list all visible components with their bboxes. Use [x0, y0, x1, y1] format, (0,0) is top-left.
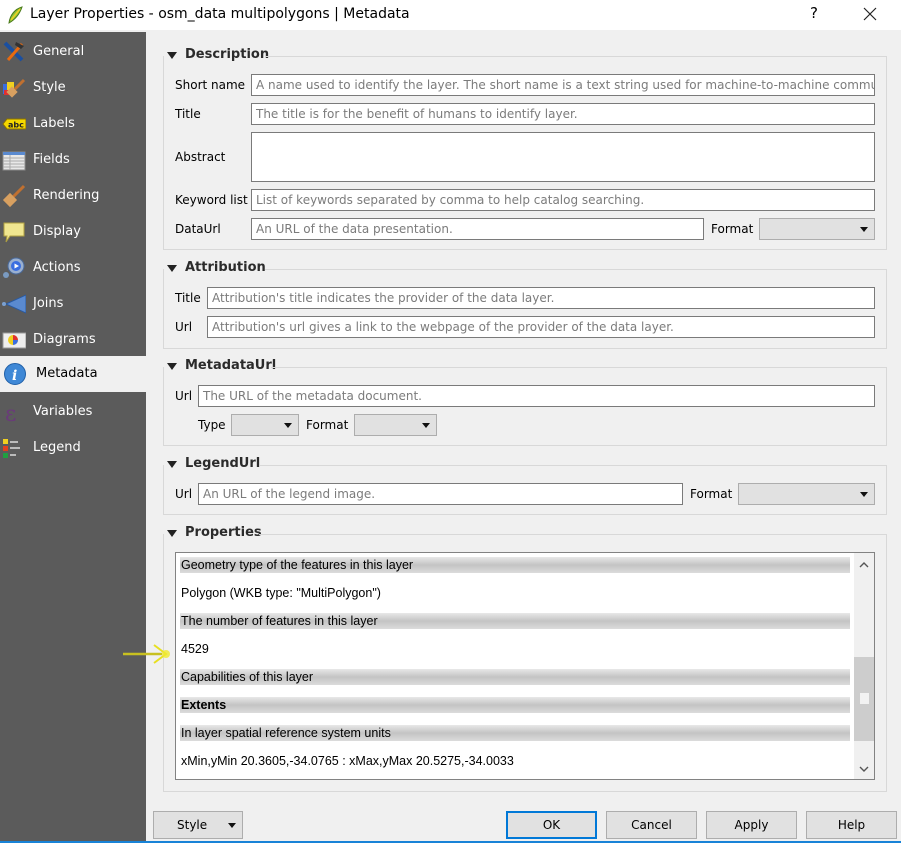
metadataurl-type-select[interactable] [231, 414, 299, 436]
chevron-down-icon [228, 823, 236, 828]
property-row: Geometry type of the features in this la… [180, 557, 850, 573]
svg-text:ε: ε [5, 402, 16, 424]
abstract-textarea[interactable] [251, 132, 875, 182]
diagrams-pie-icon [2, 332, 26, 349]
attribution-url-label: Url [175, 320, 193, 334]
metadataurl-format-select[interactable] [354, 414, 437, 436]
help-button-bottom[interactable]: Help [806, 811, 897, 839]
keyword-list-label: Keyword list [175, 193, 248, 207]
legendurl-format-select[interactable] [738, 483, 875, 505]
property-row: xMin,yMin 20.3605,-34.0765 : xMax,yMax 2… [181, 754, 514, 768]
rendering-brush-icon [2, 184, 26, 208]
sidebar-item-label: Actions [33, 260, 81, 275]
sidebar-item-rendering[interactable]: Rendering [0, 178, 146, 214]
dataurl-format-label: Format [711, 222, 754, 236]
legendurl-url-input[interactable]: An URL of the legend image. [198, 483, 683, 505]
title-bar: Layer Properties - osm_data multipolygon… [0, 0, 901, 30]
metadataurl-url-label: Url [175, 389, 193, 403]
actions-gear-icon [3, 257, 25, 278]
sidebar-item-label: Style [33, 80, 66, 95]
attribution-title-input[interactable]: Attribution's title indicates the provid… [207, 287, 875, 309]
metadataurl-url-input[interactable]: The URL of the metadata document. [198, 385, 875, 407]
metadataurl-format-label: Format [306, 418, 349, 432]
sidebar-item-label: Labels [33, 116, 75, 131]
keyword-list-input[interactable]: List of keywords separated by comma to h… [251, 189, 875, 211]
qgis-icon [8, 6, 23, 24]
scroll-up-icon[interactable] [858, 559, 870, 571]
annotation-arrow-icon [123, 644, 170, 664]
sidebar-item-joins[interactable]: Joins [0, 286, 146, 322]
title-label: Title [175, 107, 201, 121]
sidebar-item-label: Joins [33, 296, 64, 311]
svg-text:i: i [12, 368, 17, 384]
sidebar-item-label: Diagrams [33, 332, 96, 347]
property-row: Capabilities of this layer [180, 669, 850, 685]
attribution-url-input[interactable]: Attribution's url gives a link to the we… [207, 316, 875, 338]
legendurl-url-label: Url [175, 487, 193, 501]
fields-table-icon [2, 151, 26, 171]
properties-scrollbar[interactable] [854, 553, 874, 779]
sidebar-item-actions[interactable]: Actions [0, 250, 146, 286]
property-row: The number of features in this layer [180, 613, 850, 629]
abstract-label: Abstract [175, 150, 226, 164]
style-brush-icon [3, 78, 26, 98]
sidebar-item-label: Legend [33, 440, 81, 455]
short-name-input[interactable]: A name used to identify the layer. The s… [251, 74, 875, 96]
property-row: Extents [180, 697, 850, 713]
sidebar-item-general[interactable]: General [0, 34, 146, 70]
sidebar-item-fields[interactable]: Fields [0, 142, 146, 178]
chevron-down-icon [860, 227, 868, 232]
sidebar-item-label: Variables [33, 404, 93, 419]
short-name-label: Short name [175, 78, 246, 92]
scroll-down-icon[interactable] [858, 763, 870, 775]
chevron-down-icon [860, 492, 868, 497]
sidebar-item-label: General [33, 44, 85, 59]
general-tools-icon [3, 41, 24, 62]
sidebar-item-label: Display [33, 224, 81, 239]
dataurl-format-select[interactable] [759, 218, 875, 240]
sidebar-item-display[interactable]: Display [0, 214, 146, 250]
ok-button[interactable]: OK [506, 811, 597, 839]
sidebar-item-variables[interactable]: ε Variables [0, 394, 146, 430]
chevron-down-icon [422, 423, 430, 428]
properties-viewer[interactable]: Geometry type of the features in this la… [175, 552, 875, 780]
title-input[interactable]: The title is for the benefit of humans t… [251, 103, 875, 125]
close-icon[interactable] [858, 2, 882, 26]
labels-abc-icon: abc [2, 118, 26, 130]
svg-text:abc: abc [8, 121, 24, 130]
scrollbar-thumb[interactable] [854, 657, 874, 741]
window-title: Layer Properties - osm_data multipolygon… [30, 6, 410, 22]
property-row: Polygon (WKB type: "MultiPolygon") [181, 586, 381, 600]
dataurl-label: DataUrl [175, 222, 221, 236]
sidebar-item-label: Rendering [33, 188, 100, 203]
sidebar-item-labels[interactable]: abc Labels [0, 106, 146, 142]
legend-icon [3, 439, 20, 458]
chevron-down-icon [284, 423, 292, 428]
sidebar-item-legend[interactable]: Legend [0, 430, 146, 466]
sidebar: General Style abc Labels Fields Renderin… [0, 32, 146, 843]
cancel-button[interactable]: Cancel [606, 811, 697, 839]
sidebar-item-metadata[interactable]: i Metadata [0, 356, 146, 392]
sidebar-item-style[interactable]: Style [0, 70, 146, 106]
sidebar-item-label: Fields [33, 152, 70, 167]
style-button-label: Style [177, 818, 208, 832]
metadataurl-type-label: Type [198, 418, 226, 432]
property-row: 4529 [181, 642, 209, 656]
scrollbar-grip [860, 693, 869, 704]
sidebar-item-diagrams[interactable]: Diagrams [0, 322, 146, 358]
display-speech-bubble-icon [3, 222, 25, 243]
joins-arrow-icon [2, 294, 26, 314]
apply-button[interactable]: Apply [706, 811, 797, 839]
legendurl-format-label: Format [690, 487, 733, 501]
dataurl-input[interactable]: An URL of the data presentation. [251, 218, 704, 240]
metadata-info-icon: i [4, 363, 26, 385]
variables-epsilon-icon: ε [5, 402, 16, 424]
style-menu-button[interactable]: Style [153, 811, 243, 839]
property-row: In layer spatial reference system units [180, 725, 850, 741]
help-button[interactable]: ? [804, 4, 824, 24]
attribution-title-label: Title [175, 291, 201, 305]
sidebar-item-label: Metadata [36, 366, 98, 381]
